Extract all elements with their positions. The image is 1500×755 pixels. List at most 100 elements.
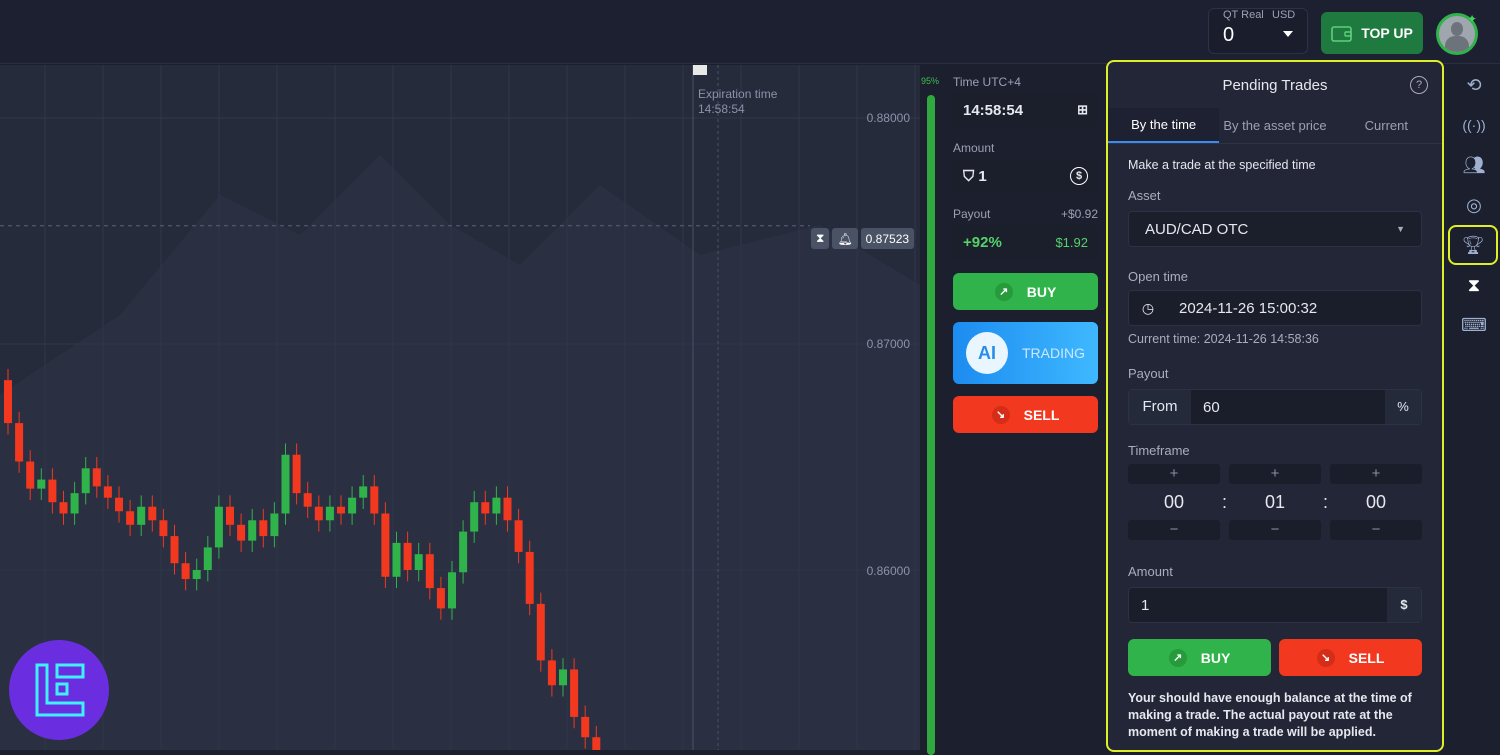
alert-bell-icon[interactable]: 🔔︎ [832, 228, 858, 249]
candle [459, 531, 468, 573]
candle [348, 497, 357, 514]
top-up-button[interactable]: TOP UP [1321, 12, 1423, 54]
balance: 0 [1223, 24, 1235, 46]
buy-button[interactable]: ↗ BUY [953, 273, 1098, 310]
candle [547, 660, 556, 686]
clock-icon: ◷ [1141, 299, 1155, 316]
hours-increment-button[interactable]: + [1128, 464, 1220, 484]
candle [159, 520, 168, 537]
current-price-tag: ⧗ 🔔︎ 0.87523 [811, 228, 915, 249]
time-input[interactable]: 14:58:54 ⊞ [953, 93, 1098, 127]
candle [37, 479, 46, 489]
candle [492, 497, 501, 514]
candle [115, 497, 123, 512]
ai-badge: AI [966, 332, 1008, 374]
current-time: Current time: 2024-11-26 14:58:36 [1128, 332, 1319, 346]
pending-buy-button[interactable]: ↗ BUY [1128, 639, 1271, 676]
hours-decrement-button[interactable]: − [1128, 520, 1220, 540]
candle [259, 520, 268, 537]
arrow-down-right-icon: ↘ [991, 405, 1010, 424]
candle [559, 669, 567, 686]
seconds-increment-button[interactable]: + [1329, 464, 1422, 484]
caret-down-icon [1283, 31, 1293, 37]
current-price: 0.87523 [860, 228, 915, 249]
candle [392, 542, 401, 577]
pending-trades-panel: Pending Trades? By the time By the asset… [1106, 60, 1444, 752]
payout-label: Payout [1128, 366, 1169, 381]
candle [536, 603, 545, 661]
arrow-up-right-icon: ↗ [994, 282, 1013, 301]
open-time-input[interactable]: ◷ 2024-11-26 15:00:32 [1128, 290, 1422, 326]
candle [436, 588, 445, 609]
price-chart[interactable]: 0.88000 0.87000 0.86000 Expiration time 1… [0, 65, 920, 750]
history-icon[interactable]: ⟲ [1448, 65, 1500, 105]
candle [592, 737, 601, 750]
candle [337, 506, 345, 514]
target-icon[interactable]: ◎ [1448, 185, 1500, 225]
calendar-icon[interactable]: ⊞ [1077, 102, 1088, 118]
asset-select[interactable]: AUD/CAD OTC ▼ [1128, 211, 1422, 247]
ai-trading-button[interactable]: AI TRADING [953, 322, 1098, 384]
payout-input[interactable]: From 60% [1128, 389, 1422, 425]
account-selector[interactable]: QT Real USD 0 [1208, 8, 1308, 54]
sentiment-bar [927, 95, 935, 755]
candle [448, 572, 456, 609]
candle [48, 479, 57, 503]
payout-profit: +$0.92 [1060, 207, 1098, 221]
seconds-decrement-button[interactable]: − [1329, 520, 1422, 540]
candle [570, 669, 579, 717]
trade-panel: Time UTC+4 14:58:54 ⊞ Amount ⛉ 1 $ Payout +… [953, 65, 1098, 433]
amount-input[interactable]: 1 $ [1128, 587, 1422, 623]
candle [325, 506, 334, 521]
hours-value[interactable]: 00 [1128, 484, 1220, 520]
candle [103, 486, 112, 498]
candle [292, 454, 301, 494]
candle [170, 536, 179, 564]
tab-by-asset-price[interactable]: By the asset price [1219, 108, 1330, 143]
candle [525, 551, 534, 604]
minutes-value[interactable]: 01 [1229, 484, 1321, 520]
keyboard-icon[interactable]: ⌨ [1448, 305, 1500, 345]
y-tick-label: 0.88000 [866, 111, 910, 125]
right-sidebar: ⟲ ((·)) 👥︎ ◎ 🏆︎ ⧗ ⌨ [1448, 65, 1500, 345]
minutes-decrement-button[interactable]: − [1228, 520, 1321, 540]
arrow-up-right-icon: ↗ [1168, 648, 1187, 667]
timeframe-label: Timeframe [1128, 443, 1190, 458]
dollar-icon[interactable]: $ [1070, 167, 1088, 185]
signals-icon[interactable]: ((·)) [1448, 105, 1500, 145]
arrow-down-right-icon: ↘ [1316, 648, 1335, 667]
chart-canvas [0, 65, 920, 750]
payout-display: +92% $1.92 [953, 225, 1098, 259]
help-icon[interactable]: ? [1410, 76, 1428, 94]
seconds-value[interactable]: 00 [1330, 484, 1422, 520]
candle [92, 468, 101, 487]
tab-by-time[interactable]: By the time [1108, 108, 1220, 143]
social-trading-icon[interactable]: 👥︎ [1448, 145, 1500, 185]
timer-icon[interactable]: ⧗ [811, 228, 830, 249]
open-time-label: Open time [1128, 269, 1188, 284]
candle [59, 502, 68, 514]
amount-label: Amount [1128, 564, 1173, 579]
pending-trades-icon[interactable]: ⧗ [1448, 265, 1500, 305]
tournaments-icon[interactable]: 🏆︎ [1448, 225, 1498, 265]
candle [181, 563, 190, 580]
time-label: Time UTC+4 [953, 75, 1021, 89]
amount-input[interactable]: ⛉ 1 $ [953, 159, 1098, 193]
candle [403, 542, 412, 570]
sell-button[interactable]: ↘ SELL [953, 396, 1098, 433]
candle [303, 493, 312, 507]
asset-label: Asset [1128, 188, 1161, 203]
candle [270, 513, 279, 537]
brand-logo [9, 640, 109, 740]
expiration-marker: Expiration time 14:58:54 [698, 87, 778, 116]
candle [214, 506, 223, 548]
candle [237, 524, 246, 541]
candle [203, 547, 212, 570]
candle [192, 570, 201, 580]
tab-current[interactable]: Current [1331, 108, 1442, 143]
pending-sell-button[interactable]: ↘ SELL [1279, 639, 1422, 676]
candle [226, 506, 234, 525]
wallet-icon [1331, 26, 1352, 42]
minutes-increment-button[interactable]: + [1228, 464, 1321, 484]
caret-down-icon: ▼ [1396, 224, 1405, 234]
